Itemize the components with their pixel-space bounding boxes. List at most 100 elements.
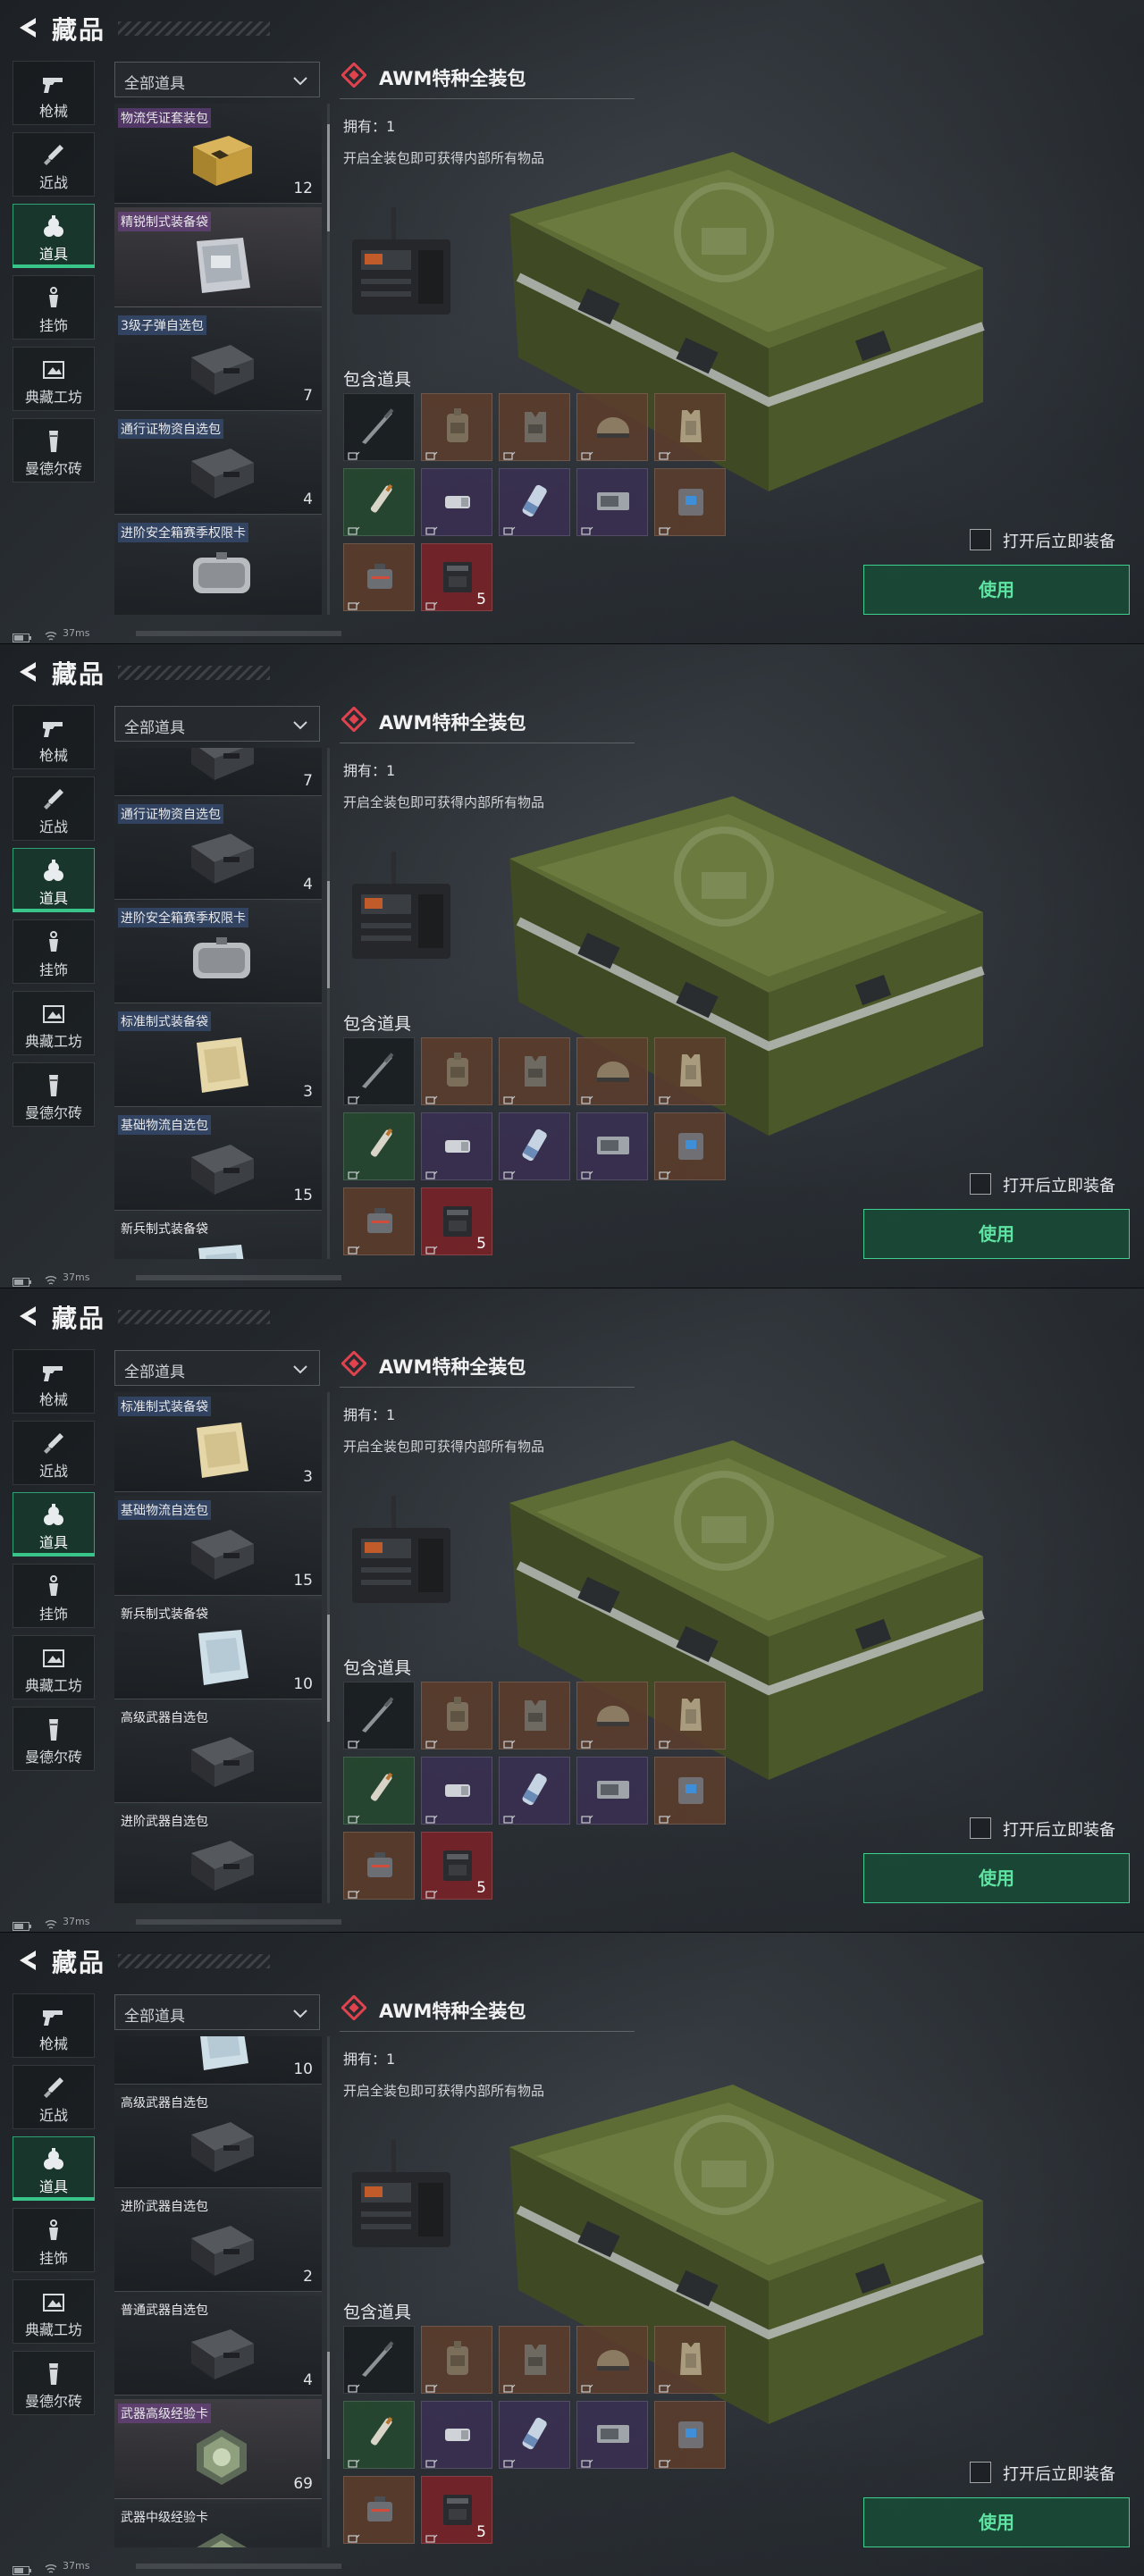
back-button[interactable] (13, 13, 43, 43)
back-button[interactable] (13, 1945, 43, 1976)
category-tab[interactable]: 枪械 (13, 1993, 95, 2058)
content-item-slot[interactable] (343, 1682, 415, 1749)
category-tab[interactable]: 挂饰 (13, 1564, 95, 1628)
content-item-slot[interactable] (499, 2326, 570, 2394)
item-filter-dropdown[interactable]: 全部道具 (114, 706, 320, 742)
content-item-slot[interactable] (576, 393, 648, 461)
category-tab[interactable]: 近战 (13, 1421, 95, 1485)
list-item[interactable]: 通行证物资自选包 4 (114, 800, 322, 900)
category-tab[interactable]: 典藏工坊 (13, 347, 95, 411)
category-tab[interactable]: 挂饰 (13, 2208, 95, 2272)
use-button[interactable]: 使用 (863, 1853, 1130, 1903)
content-item-slot[interactable] (576, 1037, 648, 1105)
list-scrollbar[interactable] (327, 748, 330, 1259)
content-item-slot[interactable] (343, 1832, 415, 1900)
content-item-slot[interactable] (654, 468, 726, 536)
list-item[interactable]: 进阶安全箱赛季权限卡 (114, 518, 322, 615)
item-filter-dropdown[interactable]: 全部道具 (114, 1994, 320, 2030)
list-item[interactable]: 高级武器自选包 (114, 1703, 322, 1803)
content-item-slot[interactable] (654, 1757, 726, 1825)
content-item-slot[interactable] (576, 2401, 648, 2469)
content-item-slot[interactable] (499, 1112, 570, 1180)
list-item[interactable]: 进阶武器自选包 (114, 1807, 322, 1903)
content-item-slot[interactable] (499, 1757, 570, 1825)
scrollbar-thumb[interactable] (327, 881, 330, 988)
list-item[interactable]: 3级子弹自选包 7 (114, 311, 322, 411)
category-tab[interactable]: 道具 (13, 848, 95, 912)
list-scrollbar[interactable] (327, 104, 330, 615)
use-button[interactable]: 使用 (863, 1209, 1130, 1259)
category-tab[interactable]: 曼德尔砖 (13, 1062, 95, 1127)
list-item[interactable]: 10 (114, 2036, 322, 2085)
content-item-slot[interactable] (343, 1757, 415, 1825)
category-tab[interactable]: 曼德尔砖 (13, 1707, 95, 1771)
item-filter-dropdown[interactable]: 全部道具 (114, 1350, 320, 1386)
list-item[interactable]: 普通武器自选包 4 (114, 2295, 322, 2396)
category-tab[interactable]: 枪械 (13, 705, 95, 769)
scrollbar-thumb[interactable] (327, 124, 330, 231)
back-button[interactable] (13, 1301, 43, 1331)
equip-after-open-checkbox[interactable] (970, 2462, 991, 2483)
content-item-slot[interactable] (654, 2401, 726, 2469)
content-item-slot[interactable] (343, 2326, 415, 2394)
list-item[interactable]: 物流凭证套装包 12 (114, 104, 322, 204)
content-item-slot[interactable] (499, 393, 570, 461)
list-item[interactable]: 新兵制式装备袋 (114, 1214, 322, 1259)
list-item[interactable]: 通行证物资自选包 4 (114, 415, 322, 515)
content-item-slot[interactable] (654, 1037, 726, 1105)
content-item-slot[interactable] (421, 1757, 492, 1825)
category-tab[interactable]: 道具 (13, 2136, 95, 2201)
content-item-slot[interactable] (654, 393, 726, 461)
category-tab[interactable]: 枪械 (13, 1349, 95, 1414)
content-item-slot[interactable] (576, 1682, 648, 1749)
back-button[interactable] (13, 657, 43, 687)
list-item[interactable]: 进阶安全箱赛季权限卡 (114, 903, 322, 1003)
category-tab[interactable]: 枪械 (13, 61, 95, 125)
content-item-slot[interactable] (576, 1112, 648, 1180)
equip-after-open-checkbox[interactable] (970, 529, 991, 550)
use-button[interactable]: 使用 (863, 565, 1130, 615)
scrollbar-thumb[interactable] (327, 2352, 330, 2459)
content-item-slot[interactable] (343, 393, 415, 461)
category-tab[interactable]: 近战 (13, 132, 95, 197)
list-scrollbar[interactable] (327, 1392, 330, 1903)
content-item-slot[interactable] (343, 1037, 415, 1105)
equip-after-open-checkbox[interactable] (970, 1173, 991, 1195)
category-tab[interactable]: 典藏工坊 (13, 991, 95, 1055)
category-tab[interactable]: 道具 (13, 204, 95, 268)
content-item-slot[interactable] (421, 1037, 492, 1105)
list-item[interactable]: 基础物流自选包 15 (114, 1111, 322, 1211)
content-item-slot[interactable]: 5 (421, 2476, 492, 2544)
content-item-slot[interactable] (343, 2476, 415, 2544)
content-item-slot[interactable] (421, 1112, 492, 1180)
content-item-slot[interactable] (421, 2401, 492, 2469)
list-item[interactable]: 武器高级经验卡 69 (114, 2399, 322, 2499)
content-item-slot[interactable] (499, 1682, 570, 1749)
use-button[interactable]: 使用 (863, 2497, 1130, 2547)
content-item-slot[interactable]: 5 (421, 1832, 492, 1900)
category-tab[interactable]: 典藏工坊 (13, 2279, 95, 2344)
content-item-slot[interactable] (343, 1187, 415, 1255)
list-item[interactable]: 基础物流自选包 15 (114, 1496, 322, 1596)
category-tab[interactable]: 挂饰 (13, 919, 95, 984)
content-item-slot[interactable] (421, 1682, 492, 1749)
category-tab[interactable]: 典藏工坊 (13, 1635, 95, 1699)
category-tab[interactable]: 曼德尔砖 (13, 2351, 95, 2415)
category-tab[interactable]: 近战 (13, 776, 95, 841)
item-filter-dropdown[interactable]: 全部道具 (114, 62, 320, 97)
list-scrollbar[interactable] (327, 2036, 330, 2547)
list-item[interactable]: 新兵制式装备袋 10 (114, 1599, 322, 1699)
list-item[interactable]: 标准制式装备袋 3 (114, 1007, 322, 1107)
category-tab[interactable]: 道具 (13, 1492, 95, 1557)
content-item-slot[interactable] (576, 2326, 648, 2394)
equip-after-open-checkbox[interactable] (970, 1817, 991, 1839)
content-item-slot[interactable] (343, 1112, 415, 1180)
content-item-slot[interactable] (343, 468, 415, 536)
content-item-slot[interactable] (343, 2401, 415, 2469)
content-item-slot[interactable] (576, 468, 648, 536)
content-item-slot[interactable] (421, 393, 492, 461)
content-item-slot[interactable] (421, 2326, 492, 2394)
content-item-slot[interactable] (654, 1682, 726, 1749)
content-item-slot[interactable]: 5 (421, 543, 492, 611)
content-item-slot[interactable] (343, 543, 415, 611)
